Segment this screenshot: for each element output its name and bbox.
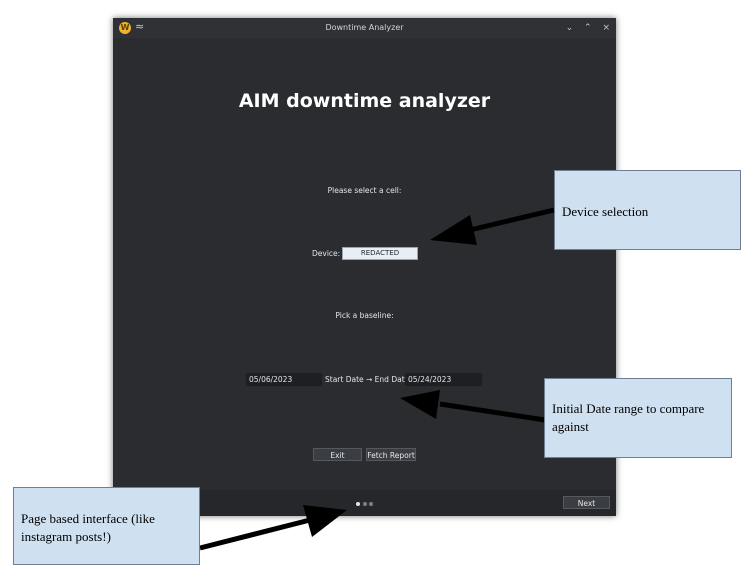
pager-arrow-head — [303, 505, 347, 537]
dates-arrow-shaft — [439, 401, 546, 423]
device-arrow-shaft — [469, 207, 555, 233]
dates-arrow-head — [400, 390, 440, 419]
pager-annotation: Page based interface (like instagram pos… — [13, 487, 200, 565]
dates-annotation: Initial Date range to compare against — [544, 378, 732, 458]
pager-arrow-shaft — [199, 517, 311, 551]
device-arrow-head — [430, 215, 477, 245]
device-annotation: Device selection — [554, 170, 741, 250]
